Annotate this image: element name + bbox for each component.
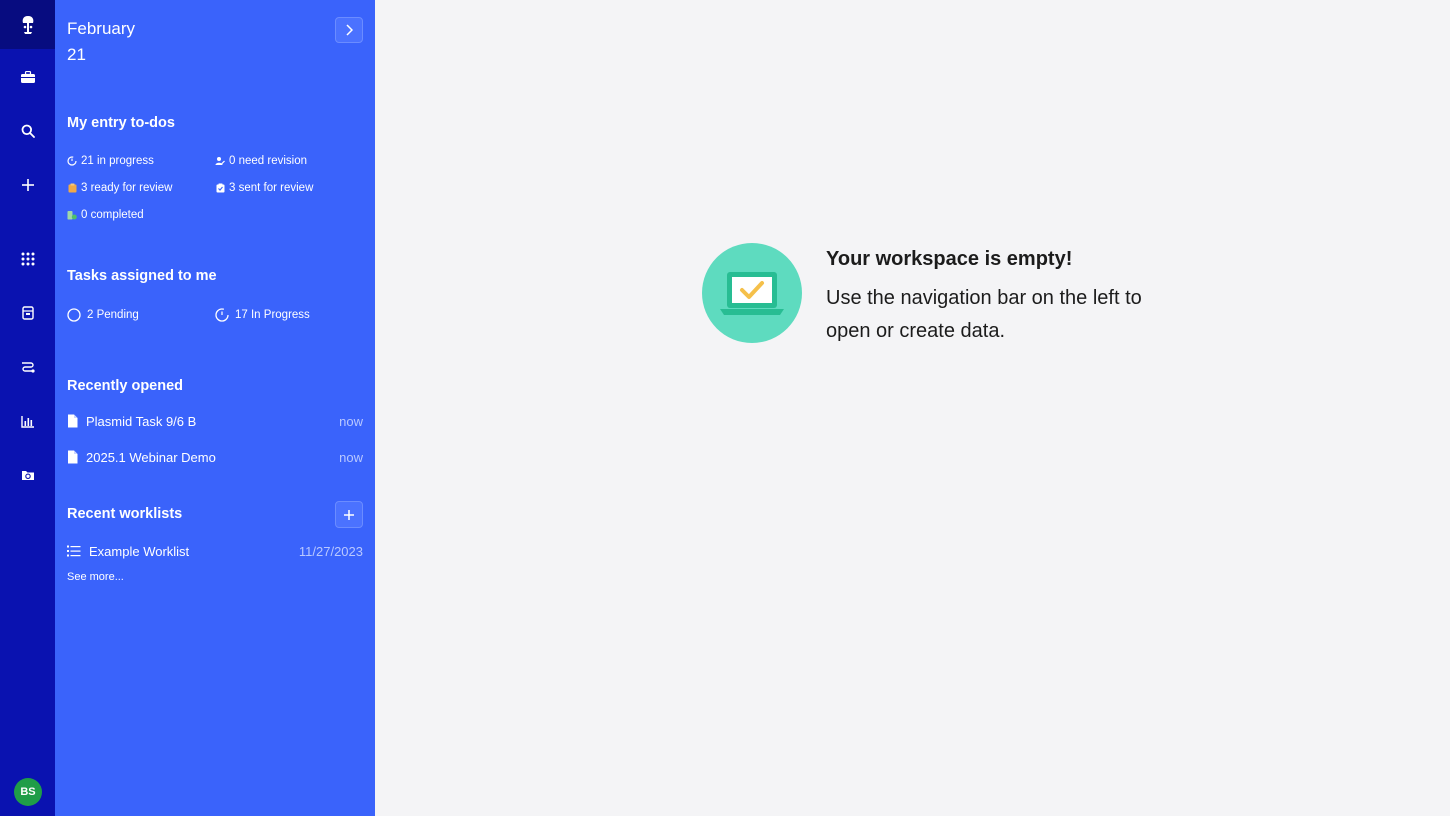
recent-item-label: Plasmid Task 9/6 B bbox=[86, 413, 197, 429]
workflow-icon[interactable] bbox=[0, 352, 55, 382]
recently-opened-title: Recently opened bbox=[67, 378, 184, 394]
progress-timer-icon bbox=[67, 156, 77, 166]
laptop-check-icon bbox=[702, 243, 802, 343]
nav-rail: BS bbox=[0, 0, 55, 816]
create-plus-icon[interactable] bbox=[0, 170, 55, 200]
empty-state-line: Use the navigation bar on the left to bbox=[826, 287, 1142, 309]
recent-item-label: 2025.1 Webinar Demo bbox=[86, 449, 216, 465]
apps-grid-icon[interactable] bbox=[0, 244, 55, 274]
worklist-item[interactable]: Example Worklist 11/27/2023 bbox=[67, 541, 363, 561]
empty-state-message: Use the navigation bar on the left to op… bbox=[826, 282, 1206, 348]
app-logo-icon[interactable] bbox=[0, 0, 55, 49]
analytics-chart-icon[interactable] bbox=[0, 406, 55, 436]
pending-tasks[interactable]: 2 Pending bbox=[67, 308, 139, 322]
in-progress-stat[interactable]: 21 in progress bbox=[67, 155, 154, 167]
sent-for-review-stat[interactable]: 3 sent for review bbox=[215, 182, 313, 194]
home-panel: February 21 My entry to-dos 21 in progre… bbox=[55, 0, 375, 816]
need-revision-stat[interactable]: 0 need revision bbox=[215, 155, 307, 167]
entry-todos-title: My entry to-dos bbox=[67, 115, 175, 131]
empty-state-title: Your workspace is empty! bbox=[826, 248, 1073, 270]
worklist-item-date: 11/27/2023 bbox=[298, 543, 363, 559]
tasks-title: Tasks assigned to me bbox=[67, 268, 217, 284]
completed-flask-icon bbox=[67, 210, 77, 220]
recent-item-time: now bbox=[339, 413, 363, 429]
folder-sync-icon[interactable] bbox=[0, 460, 55, 490]
circle-icon bbox=[67, 308, 81, 322]
document-icon bbox=[68, 414, 78, 428]
date-day: 21 bbox=[67, 45, 86, 64]
progress-timer-icon bbox=[215, 308, 229, 322]
projects-briefcase-icon[interactable] bbox=[0, 62, 55, 92]
ready-for-review-stat[interactable]: 3 ready for review bbox=[67, 182, 172, 194]
list-icon bbox=[67, 545, 81, 557]
add-worklist-button[interactable] bbox=[335, 501, 363, 528]
clipboard-check-icon bbox=[215, 183, 225, 193]
completed-stat[interactable]: 0 completed bbox=[67, 209, 144, 221]
inventory-box-icon[interactable] bbox=[0, 298, 55, 328]
document-icon bbox=[68, 450, 78, 464]
plus-icon bbox=[344, 509, 354, 520]
empty-state-line: open or create data. bbox=[826, 320, 1006, 342]
user-avatar[interactable]: BS bbox=[14, 778, 42, 806]
see-more-link[interactable]: See more... bbox=[67, 571, 124, 583]
user-edit-icon bbox=[215, 156, 225, 166]
date-month: February bbox=[67, 19, 136, 38]
recent-item-time: now bbox=[339, 449, 363, 465]
recent-item[interactable]: Plasmid Task 9/6 B now bbox=[67, 411, 363, 431]
in-progress-tasks[interactable]: 17 In Progress bbox=[215, 308, 310, 322]
clipboard-icon bbox=[67, 183, 77, 193]
chevron-right-icon bbox=[346, 24, 353, 36]
search-icon[interactable] bbox=[0, 116, 55, 146]
recent-item[interactable]: 2025.1 Webinar Demo now bbox=[67, 447, 363, 467]
recent-worklists-title: Recent worklists bbox=[67, 506, 183, 522]
collapse-panel-button[interactable] bbox=[335, 17, 363, 43]
worklist-item-label: Example Worklist bbox=[89, 543, 190, 559]
